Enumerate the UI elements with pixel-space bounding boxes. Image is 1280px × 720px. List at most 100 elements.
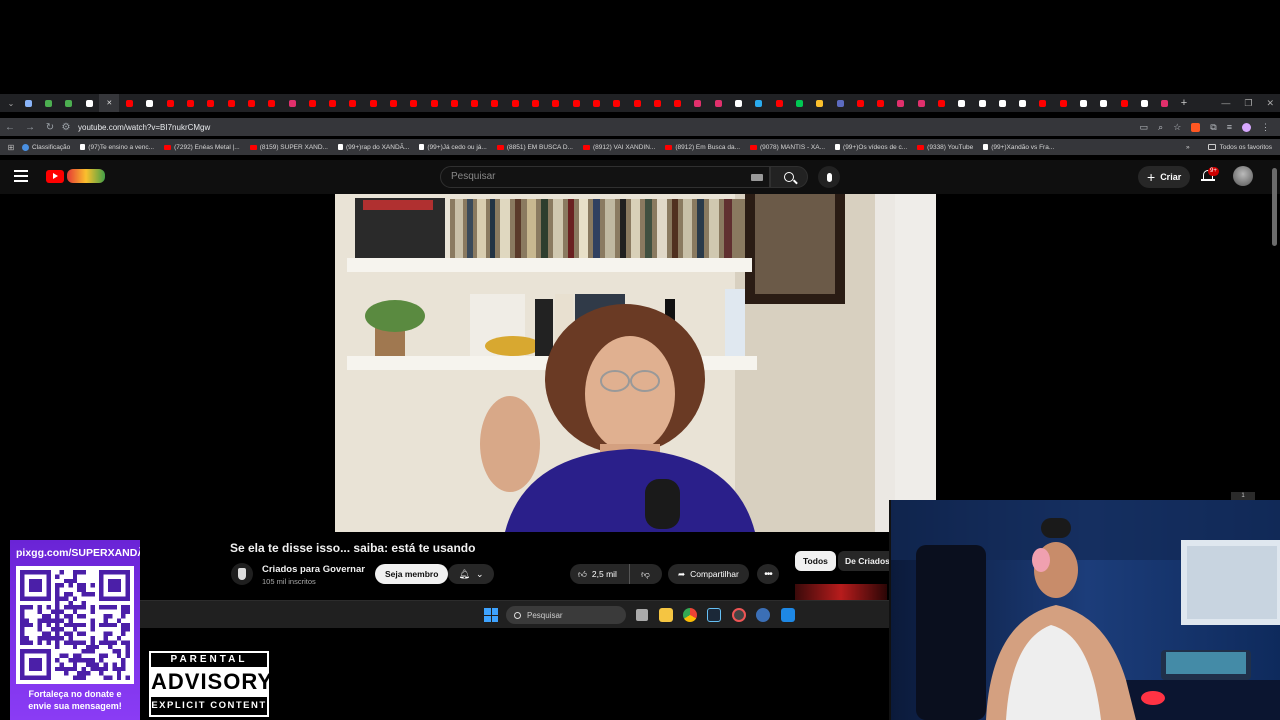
browser-tab[interactable] (444, 94, 464, 112)
browser-tab[interactable] (769, 94, 789, 112)
browser-tab[interactable] (1094, 94, 1114, 112)
browser-tab[interactable] (302, 94, 322, 112)
bookmark-item[interactable]: (99+)Os vídeos de c... (835, 144, 907, 151)
profile-avatar[interactable] (1242, 122, 1251, 132)
app-icon[interactable] (781, 608, 795, 622)
voice-search-button[interactable] (818, 166, 840, 188)
browser-tab[interactable] (38, 94, 58, 112)
browser-tab[interactable] (931, 94, 951, 112)
apps-grid-icon[interactable]: ⊞ (0, 143, 22, 152)
extensions-puzzle-icon[interactable]: ⧉ (1210, 122, 1216, 133)
maximize-icon[interactable]: ❐ (1244, 98, 1252, 109)
browser-tab[interactable] (566, 94, 586, 112)
file-explorer-icon[interactable] (659, 608, 673, 622)
browser-tab[interactable] (525, 94, 545, 112)
browser-tab[interactable] (952, 94, 972, 112)
share-button[interactable]: ➦ Compartilhar (668, 564, 749, 584)
page-scrollbar[interactable] (1272, 168, 1277, 246)
browser-tab[interactable] (1155, 94, 1175, 112)
create-button[interactable]: + Criar (1138, 166, 1191, 188)
task-view-icon[interactable] (636, 609, 648, 621)
chrome-icon[interactable] (683, 608, 697, 622)
browser-tab[interactable] (160, 94, 180, 112)
search-input[interactable] (451, 171, 731, 182)
bookmarks-more-button[interactable]: » (1186, 144, 1190, 151)
bookmark-item[interactable]: (8159) SUPER XAND... (249, 144, 328, 151)
browser-tab[interactable] (322, 94, 342, 112)
browser-tab[interactable] (383, 94, 403, 112)
bookmark-item[interactable]: (99+)Já cedo ou já... (419, 144, 487, 151)
minimize-icon[interactable]: — (1221, 98, 1230, 108)
channel-avatar[interactable] (231, 563, 253, 585)
browser-tab[interactable] (1033, 94, 1053, 112)
browser-tab[interactable] (18, 94, 38, 112)
browser-tab[interactable] (810, 94, 830, 112)
browser-tab[interactable] (972, 94, 992, 112)
browser-tab[interactable] (647, 94, 667, 112)
browser-tab[interactable] (262, 94, 282, 112)
bookmark-item[interactable]: (9338) YouTube (917, 144, 973, 151)
browser-tab[interactable] (708, 94, 728, 112)
windows-start-icon[interactable] (484, 608, 498, 622)
extension-icon[interactable] (1191, 122, 1201, 132)
browser-tab[interactable] (485, 94, 505, 112)
browser-tab[interactable] (586, 94, 606, 112)
browser-tab[interactable] (1134, 94, 1154, 112)
browser-tab[interactable] (830, 94, 850, 112)
browser-tab[interactable] (688, 94, 708, 112)
browser-tab[interactable] (119, 94, 139, 112)
taskbar-search[interactable]: Pesquisar (506, 606, 626, 624)
browser-tab[interactable] (1053, 94, 1073, 112)
browser-tab[interactable] (505, 94, 525, 112)
browser-tab[interactable] (1013, 94, 1033, 112)
browser-tab[interactable] (180, 94, 200, 112)
close-icon[interactable]: ✕ (1266, 98, 1274, 109)
bookmark-item[interactable]: Classificação (22, 143, 70, 151)
browser-tab[interactable] (424, 94, 444, 112)
browser-tab[interactable] (668, 94, 688, 112)
bookmark-item[interactable]: (99+)rap do XANDÃ... (337, 144, 409, 151)
browser-tab[interactable] (728, 94, 748, 112)
settings-icon[interactable] (756, 608, 770, 622)
bookmark-item[interactable]: (8912) Em Busca da... (665, 144, 740, 151)
reading-list-icon[interactable]: ≡ (1227, 122, 1232, 132)
tab-search-icon[interactable]: ⌄ (4, 94, 18, 112)
browser-tab[interactable] (1114, 94, 1134, 112)
tab-close-icon[interactable]: ✕ (106, 99, 112, 107)
browser-tab[interactable] (546, 94, 566, 112)
browser-menu-icon[interactable]: ⋮ (1261, 122, 1270, 133)
browser-tab[interactable] (749, 94, 769, 112)
app-icon[interactable] (732, 608, 746, 622)
zoom-icon[interactable]: ⌕ (1158, 122, 1163, 133)
browser-tab[interactable] (59, 94, 79, 112)
new-tab-button[interactable]: + (1175, 97, 1193, 109)
site-info-icon[interactable]: ⚙ (60, 122, 72, 133)
subscription-bell-button[interactable]: 🔔︎ ⌄ (448, 564, 494, 584)
bookmark-item[interactable]: (99+)Xandão vs Fra... (983, 144, 1054, 151)
browser-tab[interactable]: ✕ (99, 94, 120, 112)
browser-tab[interactable] (870, 94, 890, 112)
reload-icon[interactable]: ↻ (40, 122, 60, 133)
video-player[interactable] (335, 194, 936, 532)
more-actions-button[interactable]: ••• (757, 564, 779, 584)
bookmark-item[interactable]: (9078) MANTIS - XA... (750, 144, 825, 151)
browser-tab[interactable] (992, 94, 1012, 112)
bookmark-item[interactable]: (97)Te ensino a venc... (80, 144, 154, 151)
browser-tab[interactable] (241, 94, 261, 112)
browser-tab[interactable] (140, 94, 160, 112)
back-icon[interactable]: ← (0, 122, 20, 133)
browser-tab[interactable] (1073, 94, 1093, 112)
menu-icon[interactable] (14, 170, 28, 182)
browser-tab[interactable] (343, 94, 363, 112)
keyboard-icon[interactable] (751, 174, 763, 181)
youtube-logo[interactable] (46, 169, 105, 183)
bookmark-item[interactable]: (7292) Enéas Metal |... (164, 144, 240, 151)
user-avatar[interactable] (1233, 166, 1253, 186)
bookmark-item[interactable]: (8912) VAI XANDIN... (582, 144, 655, 151)
search-button[interactable] (770, 166, 808, 188)
dislike-button[interactable]: 👎︎ (630, 564, 661, 584)
cast-icon[interactable]: ▭ (1140, 122, 1149, 133)
browser-tab[interactable] (201, 94, 221, 112)
browser-tab[interactable] (789, 94, 809, 112)
browser-tab[interactable] (221, 94, 241, 112)
